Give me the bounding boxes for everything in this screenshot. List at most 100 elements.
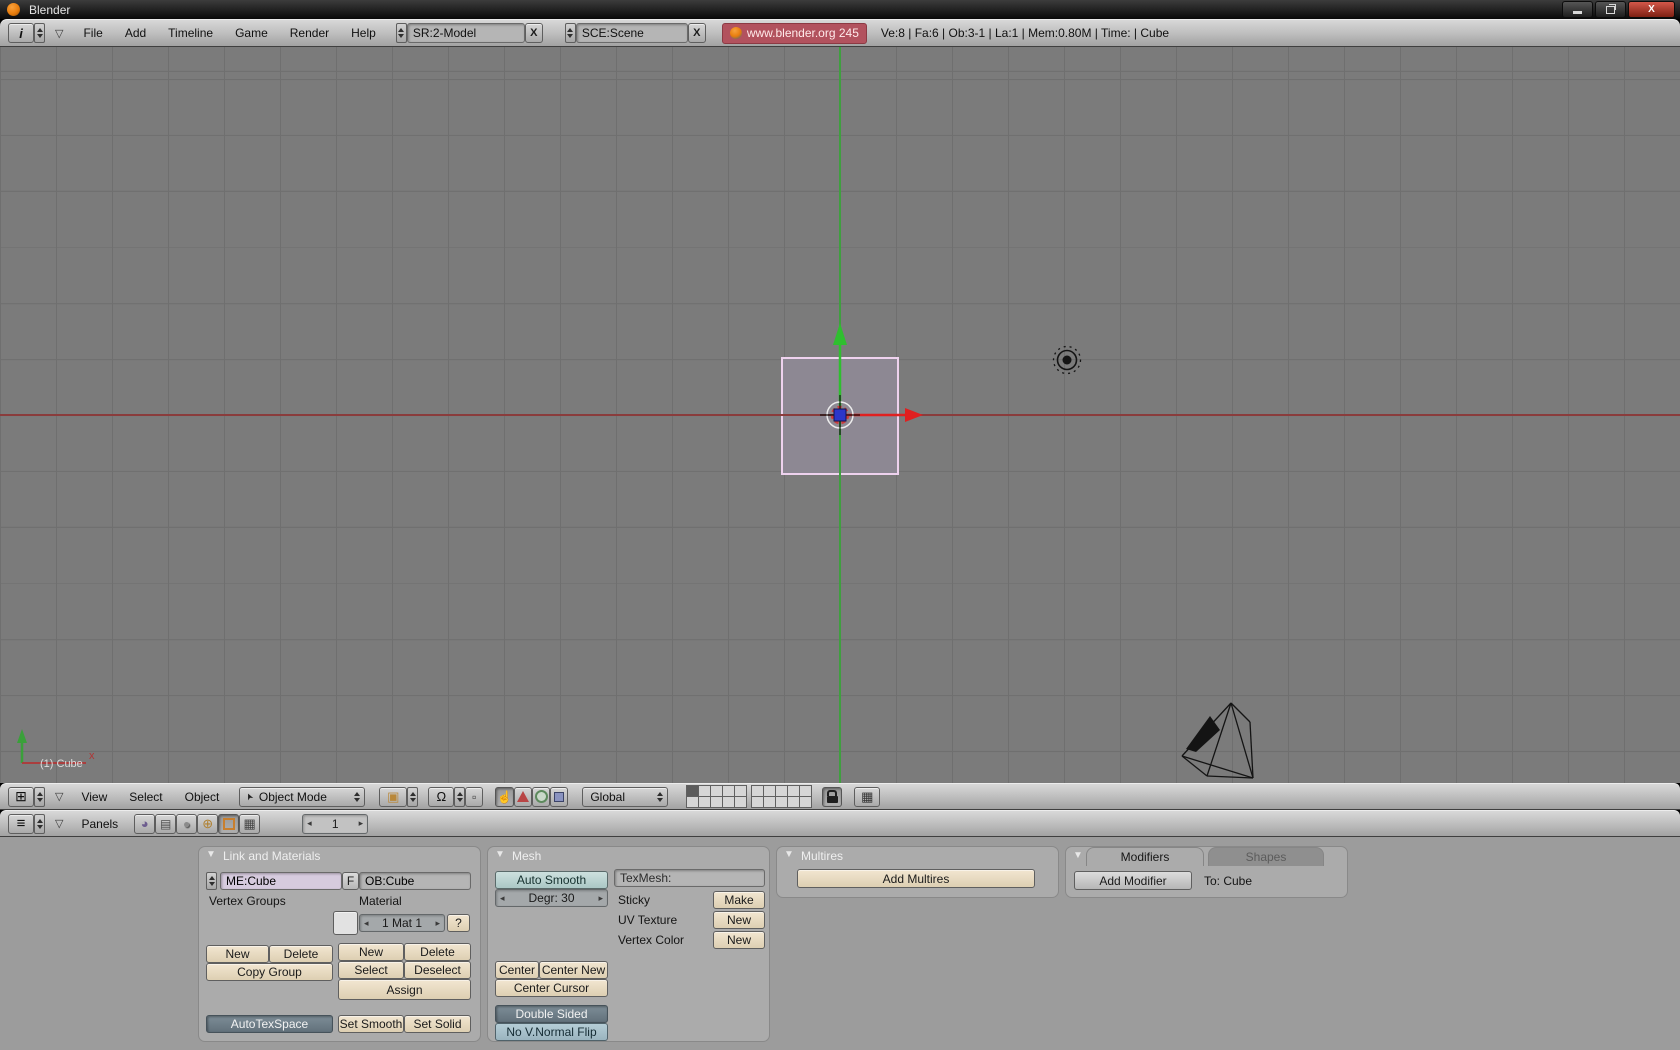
restore-button[interactable] [1595,1,1626,18]
blender-org-badge[interactable]: www.blender.org 245 [722,23,867,44]
menu-view[interactable]: View [81,790,107,804]
material-deselect-button[interactable]: Deselect [404,961,471,979]
layer-cell[interactable] [776,786,787,796]
material-new-button[interactable]: New [338,943,404,961]
frame-number-field[interactable]: ◂ 1 ▸ [302,814,368,834]
layer-cell[interactable] [764,797,775,807]
menu-game[interactable]: Game [235,26,268,40]
arrow-right-icon[interactable]: ▸ [359,818,364,829]
collapse-header-icon[interactable]: ▽ [55,817,63,830]
window-type-button[interactable]: ≡ [8,814,34,834]
menu-panels[interactable]: Panels [81,817,118,831]
scene-name-field[interactable]: SCE:Scene [576,23,688,43]
object-buttons-tab[interactable]: ⊕ [197,814,218,834]
layer-cell[interactable] [711,797,722,807]
vertex-color-new-button[interactable]: New [713,931,765,949]
layer-cell[interactable] [764,786,775,796]
scene-delete-button[interactable]: X [688,23,706,43]
autotexspace-toggle[interactable]: AutoTexSpace [206,1015,333,1033]
set-smooth-button[interactable]: Set Smooth [338,1015,404,1033]
layer-cell[interactable] [723,797,734,807]
orientation-dropdown[interactable]: Global [582,787,668,807]
layer-cell[interactable] [699,786,710,796]
manipulator-space-button[interactable]: ▫ [465,787,483,807]
arrow-left-icon[interactable]: ◂ [500,893,505,904]
add-modifier-button[interactable]: Add Modifier [1074,871,1192,890]
texmesh-field[interactable]: TexMesh: [614,869,765,887]
logic-buttons-tab[interactable]: ◕ [134,814,155,834]
arrow-right-icon[interactable]: ▸ [598,893,603,904]
material-color-swatch[interactable] [333,911,358,935]
minimize-button[interactable] [1562,1,1593,18]
material-help-button[interactable]: ? [447,914,470,932]
set-solid-button[interactable]: Set Solid [404,1015,471,1033]
window-type-button[interactable]: ⊞ [8,787,34,807]
scene-spinner[interactable] [565,23,576,43]
uv-texture-new-button[interactable]: New [713,911,765,929]
layer-cell[interactable] [776,797,787,807]
no-vnormal-flip-toggle[interactable]: No V.Normal Flip [495,1023,608,1041]
sticky-make-button[interactable]: Make [713,891,765,909]
panel-collapse-icon[interactable]: ▼ [206,849,216,860]
window-type-button[interactable]: i [8,23,34,43]
window-type-spinner[interactable] [34,787,45,807]
script-buttons-tab[interactable]: ▤ [155,814,176,834]
material-delete-button[interactable]: Delete [404,943,471,961]
layer-cell[interactable] [699,797,710,807]
menu-add[interactable]: Add [125,26,146,40]
center-button[interactable]: Center [495,961,539,979]
fake-user-button[interactable]: F [342,872,359,890]
screen-name-field[interactable]: SR:2-Model [407,23,525,43]
vgroup-delete-button[interactable]: Delete [269,945,333,963]
center-new-button[interactable]: Center New [539,961,608,979]
menu-object[interactable]: Object [185,790,220,804]
layer-cell[interactable] [723,786,734,796]
tab-shapes[interactable]: Shapes [1208,847,1324,866]
material-index-selector[interactable]: ◂ 1 Mat 1 ▸ [359,914,445,932]
draw-type-button[interactable]: ▣ [379,787,407,807]
arrow-left-icon[interactable]: ◂ [364,918,369,929]
pivot-dropdown[interactable]: Ω [428,787,454,807]
layer-cell[interactable] [752,797,763,807]
material-select-button[interactable]: Select [338,961,404,979]
screen-spinner[interactable] [396,23,407,43]
layer-cell[interactable] [735,797,746,807]
arrow-right-icon[interactable]: ▸ [435,918,440,929]
collapse-header-icon[interactable]: ▽ [55,790,63,803]
translate-manipulator-toggle[interactable] [514,787,532,807]
layer-cell[interactable] [788,797,799,807]
menu-select[interactable]: Select [129,790,162,804]
window-type-spinner[interactable] [34,814,45,834]
collapse-header-icon[interactable]: ▽ [55,27,63,40]
layer-cell[interactable] [752,786,763,796]
material-assign-button[interactable]: Assign [338,979,471,1000]
camera-object[interactable] [1182,703,1253,778]
mesh-datablock-spinner[interactable] [206,872,217,890]
mesh-name-field[interactable]: ME:Cube [220,872,342,890]
menu-help[interactable]: Help [351,26,376,40]
layer-cell[interactable] [800,786,811,796]
layer-cell[interactable] [687,786,698,796]
layer-cell[interactable] [711,786,722,796]
lock-layers-toggle[interactable] [822,787,842,807]
menu-timeline[interactable]: Timeline [168,26,213,40]
auto-smooth-toggle[interactable]: Auto Smooth [495,871,608,889]
layer-cell[interactable] [788,786,799,796]
copy-group-button[interactable]: Copy Group [206,963,333,981]
panel-collapse-icon[interactable]: ▼ [784,849,794,860]
tab-modifiers[interactable]: Modifiers [1086,847,1204,866]
scale-manipulator-toggle[interactable] [550,787,568,807]
scene-buttons-tab[interactable]: ▦ [239,814,260,834]
shading-buttons-tab[interactable]: ● [176,814,197,834]
double-sided-toggle[interactable]: Double Sided [495,1005,608,1023]
editing-buttons-tab[interactable] [218,814,239,834]
mode-dropdown[interactable]: ➤ Object Mode [239,787,365,807]
panel-collapse-icon[interactable]: ▼ [495,849,505,860]
menu-file[interactable]: File [83,26,102,40]
lamp-object[interactable] [1054,347,1081,374]
manipulator-hand-toggle[interactable]: ☝ [495,787,514,807]
arrow-left-icon[interactable]: ◂ [307,818,312,829]
layer-cell[interactable] [800,797,811,807]
3d-viewport[interactable]: x (1) Cube [0,47,1680,783]
center-cursor-button[interactable]: Center Cursor [495,979,608,997]
